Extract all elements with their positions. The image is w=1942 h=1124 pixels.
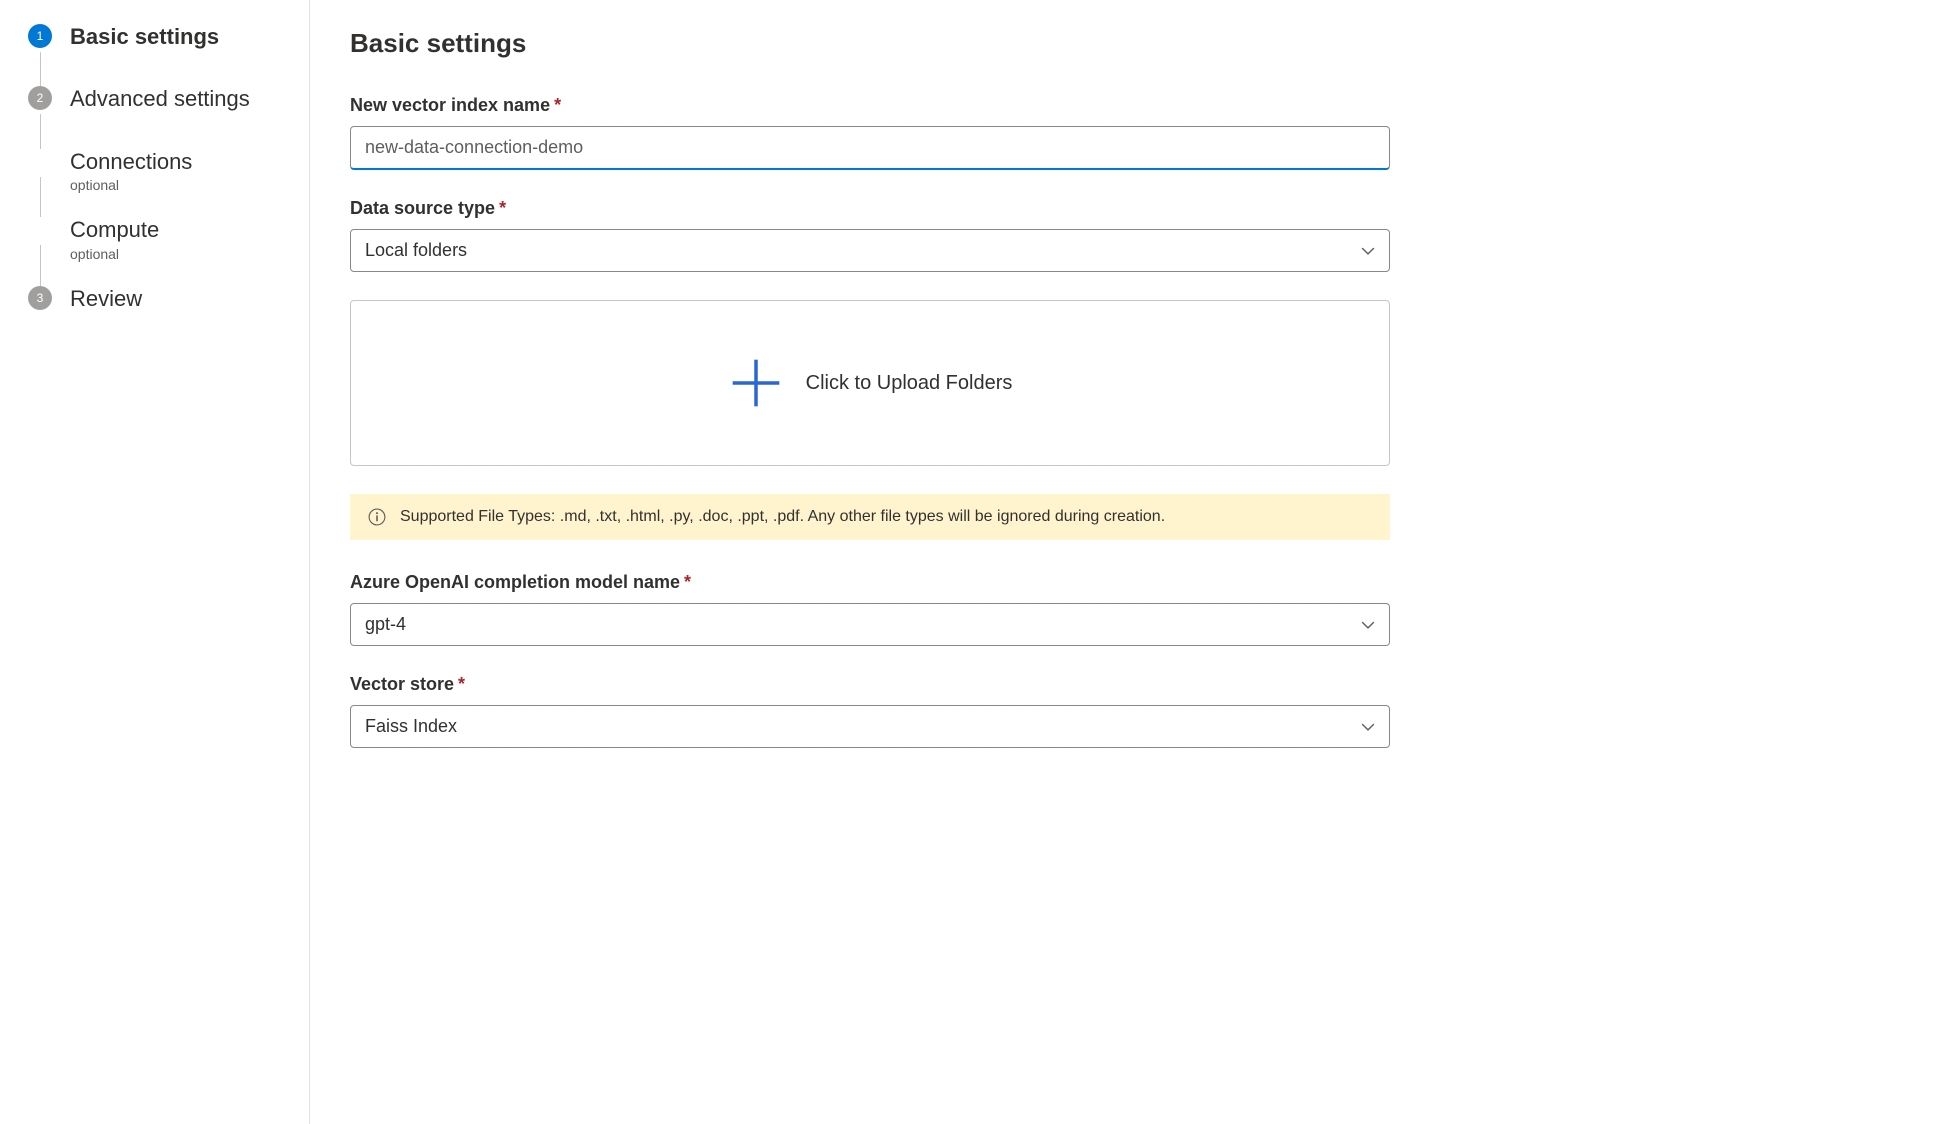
step-label: Advanced settings (70, 86, 250, 112)
label-text: Vector store (350, 674, 454, 694)
info-text: Supported File Types: .md, .txt, .html, … (400, 508, 1165, 526)
step-review[interactable]: 3 Review (28, 286, 289, 312)
step-number-icon: 2 (28, 86, 52, 110)
required-mark: * (458, 674, 465, 694)
field-index-name: New vector index name* (350, 95, 1390, 170)
data-source-label: Data source type* (350, 198, 1390, 219)
upload-folders-dropzone[interactable]: Click to Upload Folders (350, 300, 1390, 466)
chevron-down-icon (1361, 720, 1375, 734)
vector-store-label: Vector store* (350, 674, 1390, 695)
step-label: Basic settings (70, 24, 219, 50)
field-vector-store: Vector store* Faiss Index (350, 674, 1390, 748)
upload-text: Click to Upload Folders (806, 372, 1013, 395)
label-text: New vector index name (350, 95, 550, 115)
step-advanced-settings[interactable]: 2 Advanced settings (28, 86, 289, 148)
label-text: Azure OpenAI completion model name (350, 572, 680, 592)
dropdown-value: Local folders (365, 240, 467, 261)
step-compute[interactable]: Compute optional (28, 217, 289, 285)
step-sublabel: optional (70, 177, 192, 193)
page-title: Basic settings (350, 28, 1390, 59)
required-mark: * (554, 95, 561, 115)
label-text: Data source type (350, 198, 495, 218)
field-completion-model: Azure OpenAI completion model name* gpt-… (350, 572, 1390, 646)
index-name-input[interactable] (350, 126, 1390, 170)
vector-store-dropdown[interactable]: Faiss Index (350, 705, 1390, 748)
dropdown-value: gpt-4 (365, 614, 406, 635)
info-banner: Supported File Types: .md, .txt, .html, … (350, 494, 1390, 540)
data-source-dropdown[interactable]: Local folders (350, 229, 1390, 272)
info-icon (368, 508, 386, 526)
plus-icon (728, 355, 784, 411)
chevron-down-icon (1361, 244, 1375, 258)
step-connections[interactable]: Connections optional (28, 149, 289, 217)
step-substep-spacer (28, 217, 52, 241)
step-label: Compute (70, 217, 159, 243)
step-list: 1 Basic settings 2 Advanced settings Con… (28, 24, 289, 312)
step-label: Connections (70, 149, 192, 175)
step-number-icon: 1 (28, 24, 52, 48)
dropdown-value: Faiss Index (365, 716, 457, 737)
main-content: Basic settings New vector index name* Da… (310, 0, 1430, 1124)
field-data-source: Data source type* Local folders (350, 198, 1390, 272)
index-name-label: New vector index name* (350, 95, 1390, 116)
step-label: Review (70, 286, 142, 312)
wizard-sidebar: 1 Basic settings 2 Advanced settings Con… (0, 0, 310, 1124)
step-number-icon: 3 (28, 286, 52, 310)
completion-model-label: Azure OpenAI completion model name* (350, 572, 1390, 593)
required-mark: * (684, 572, 691, 592)
step-substep-spacer (28, 149, 52, 173)
required-mark: * (499, 198, 506, 218)
step-basic-settings[interactable]: 1 Basic settings (28, 24, 289, 86)
completion-model-dropdown[interactable]: gpt-4 (350, 603, 1390, 646)
step-sublabel: optional (70, 246, 159, 262)
chevron-down-icon (1361, 618, 1375, 632)
